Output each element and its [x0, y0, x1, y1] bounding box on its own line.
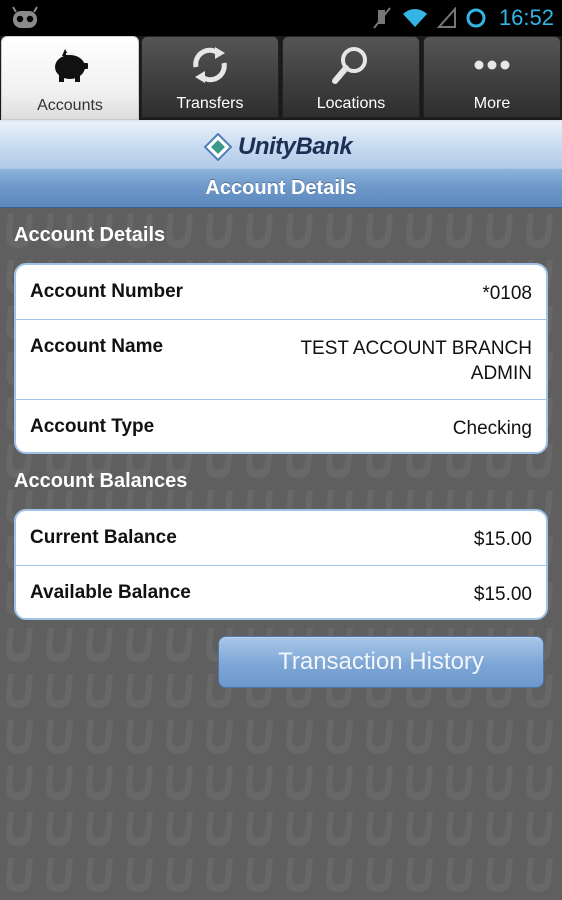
logo-bar: UnityBank [0, 120, 562, 168]
page-header: Account Details [0, 168, 562, 208]
transaction-history-button[interactable]: Transaction History [218, 636, 544, 688]
tab-locations[interactable]: Locations [282, 36, 420, 118]
content-area: Account Details Account Number *0108 Acc… [0, 208, 562, 900]
status-bar: 16:52 [0, 0, 562, 36]
brand-text: UnityBank [238, 133, 353, 160]
row-value: Checking [452, 418, 532, 439]
row-value: $15.00 [473, 529, 532, 550]
tab-label: More [473, 95, 511, 112]
tab-accounts[interactable]: Accounts [1, 36, 139, 120]
android-logo-icon [12, 6, 38, 28]
detail-row-account-number: Account Number *0108 [16, 265, 546, 320]
tab-transfers[interactable]: Transfers [141, 36, 279, 118]
clock: 16:52 [498, 5, 554, 30]
row-label: Available Balance [30, 582, 191, 603]
balance-row-available: Available Balance $15.00 [16, 566, 546, 618]
mute-icon [373, 7, 391, 29]
tab-bar: Accounts Transfers Locations More [0, 36, 562, 120]
balance-row-current: Current Balance $15.00 [16, 511, 546, 566]
status-icons: 16:52 [371, 0, 554, 36]
row-value: TEST ACCOUNT BRANCH ADMIN [300, 338, 532, 384]
tab-label: Transfers [176, 95, 244, 112]
account-balances-card: Current Balance $15.00 Available Balance… [14, 509, 548, 620]
transfer-arrows-icon [193, 47, 227, 83]
page-title: Account Details [205, 177, 357, 199]
tab-label: Accounts [37, 97, 103, 114]
unity-bank-logo: UnityBank [204, 132, 353, 162]
signal-icon [436, 7, 456, 28]
row-label: Account Number [30, 281, 184, 302]
detail-row-account-name: Account Name TEST ACCOUNT BRANCH ADMIN [16, 320, 546, 400]
piggy-bank-icon [55, 49, 88, 82]
sync-ring-icon [466, 8, 486, 28]
balances-section-title: Account Balances [14, 470, 188, 492]
row-value: *0108 [482, 283, 532, 304]
row-label: Account Type [30, 416, 155, 437]
wifi-icon [402, 9, 427, 27]
row-label: Current Balance [30, 527, 177, 548]
more-dots-icon [474, 60, 510, 70]
account-details-card: Account Number *0108 Account Name TEST A… [14, 263, 548, 454]
tab-more[interactable]: More [423, 36, 561, 118]
logo-diamond-icon [204, 133, 232, 161]
tab-label: Locations [316, 95, 386, 112]
detail-row-account-type: Account Type Checking [16, 400, 546, 452]
row-label: Account Name [30, 336, 164, 357]
row-value: $15.00 [473, 584, 532, 605]
magnifier-icon [332, 47, 367, 84]
details-section-title: Account Details [14, 224, 166, 246]
